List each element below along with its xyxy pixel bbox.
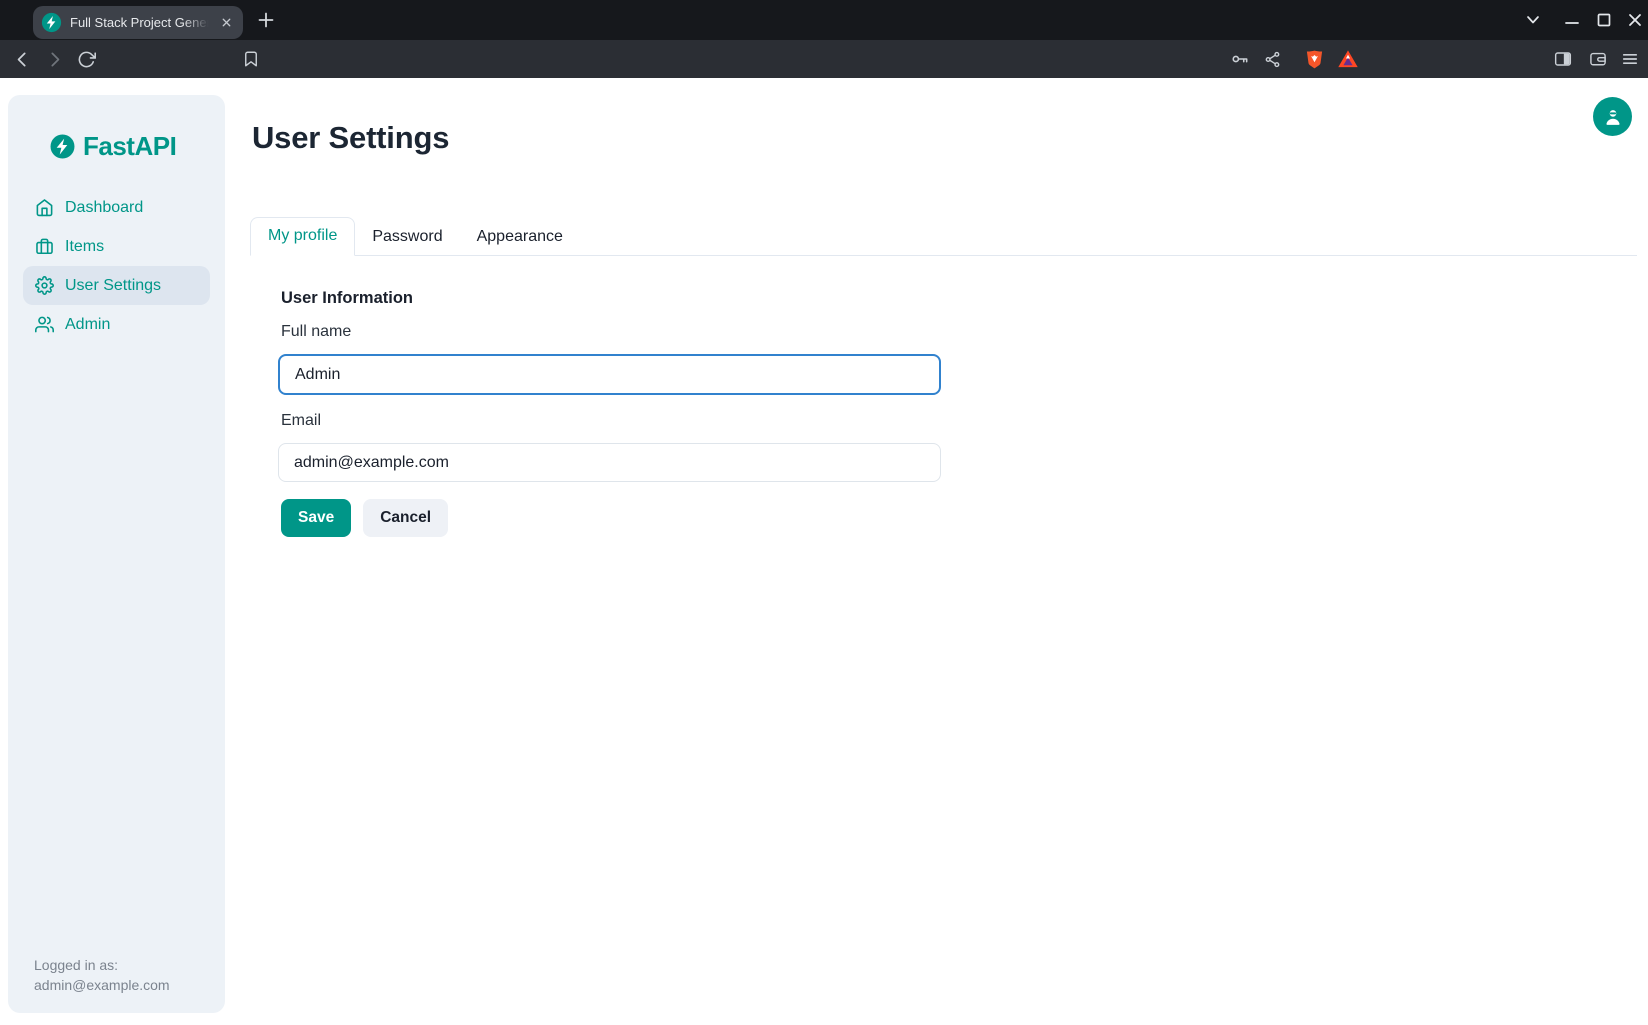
gear-icon — [35, 276, 54, 295]
user-avatar-button[interactable] — [1593, 97, 1632, 136]
logo-text: FastAPI — [83, 131, 176, 162]
app-content: FastAPI Dashboard Items — [0, 78, 1648, 1025]
tab-appearance[interactable]: Appearance — [460, 219, 580, 256]
bookmark-icon[interactable] — [239, 40, 263, 78]
fastapi-logo-icon — [50, 134, 75, 159]
brave-rewards-icon[interactable] — [1336, 40, 1360, 78]
briefcase-icon — [35, 237, 54, 256]
browser-window: Full Stack Project Genera — [0, 0, 1648, 1025]
browser-tab-strip: Full Stack Project Genera — [0, 0, 1648, 40]
sidebar-item-label: Items — [65, 238, 104, 256]
section-heading: User Information — [281, 289, 413, 308]
logged-in-email: admin@example.com — [34, 975, 170, 995]
close-icon[interactable] — [1626, 11, 1644, 29]
fastapi-logo: FastAPI — [8, 95, 225, 162]
key-icon[interactable] — [1228, 40, 1252, 78]
browser-tab[interactable]: Full Stack Project Genera — [33, 6, 243, 39]
form-actions: Save Cancel — [281, 499, 448, 537]
reload-icon[interactable] — [74, 40, 98, 78]
forward-icon[interactable] — [42, 40, 66, 78]
full-name-label: Full name — [281, 323, 351, 341]
settings-tabs: My profile Password Appearance — [250, 217, 1637, 256]
page-title: User Settings — [252, 120, 449, 156]
sidebar: FastAPI Dashboard Items — [8, 95, 225, 1013]
sidebar-item-dashboard[interactable]: Dashboard — [23, 188, 210, 227]
brave-shield-icon[interactable] — [1302, 40, 1326, 78]
new-tab-button[interactable] — [256, 10, 276, 30]
users-icon — [35, 315, 54, 334]
full-name-input[interactable] — [278, 354, 941, 395]
tab-close-icon[interactable] — [217, 14, 235, 32]
minimize-icon[interactable] — [1564, 21, 1580, 25]
sidebar-nav: Dashboard Items User Settings — [8, 188, 225, 344]
back-icon[interactable] — [10, 40, 34, 78]
sidebar-item-user-settings[interactable]: User Settings — [23, 266, 210, 305]
cancel-button[interactable]: Cancel — [363, 499, 448, 537]
sidebar-item-label: Dashboard — [65, 199, 143, 217]
share-icon[interactable] — [1260, 40, 1284, 78]
email-input[interactable] — [278, 443, 941, 482]
tab-title: Full Stack Project Genera — [70, 15, 213, 31]
tab-my-profile[interactable]: My profile — [250, 217, 355, 256]
email-label: Email — [281, 412, 321, 430]
fastapi-favicon-icon — [41, 12, 62, 33]
sidebar-item-label: User Settings — [65, 277, 161, 295]
tab-password[interactable]: Password — [355, 219, 459, 256]
browser-toolbar: i localhost/settings 1 — [0, 40, 1648, 78]
sidebar-item-items[interactable]: Items — [23, 227, 210, 266]
save-button[interactable]: Save — [281, 499, 351, 537]
menu-icon[interactable] — [1618, 40, 1642, 78]
logged-in-status: Logged in as: admin@example.com — [34, 955, 170, 995]
sidebar-item-admin[interactable]: Admin — [23, 305, 210, 344]
logged-in-label: Logged in as: — [34, 955, 170, 975]
sidebar-panel-icon[interactable] — [1551, 40, 1575, 78]
sidebar-item-label: Admin — [65, 316, 110, 334]
maximize-icon[interactable] — [1596, 12, 1612, 28]
wallet-icon[interactable] — [1586, 40, 1610, 78]
tab-search-chevron-icon[interactable] — [1524, 14, 1542, 26]
home-icon — [35, 198, 54, 217]
user-astronaut-icon — [1602, 106, 1624, 128]
